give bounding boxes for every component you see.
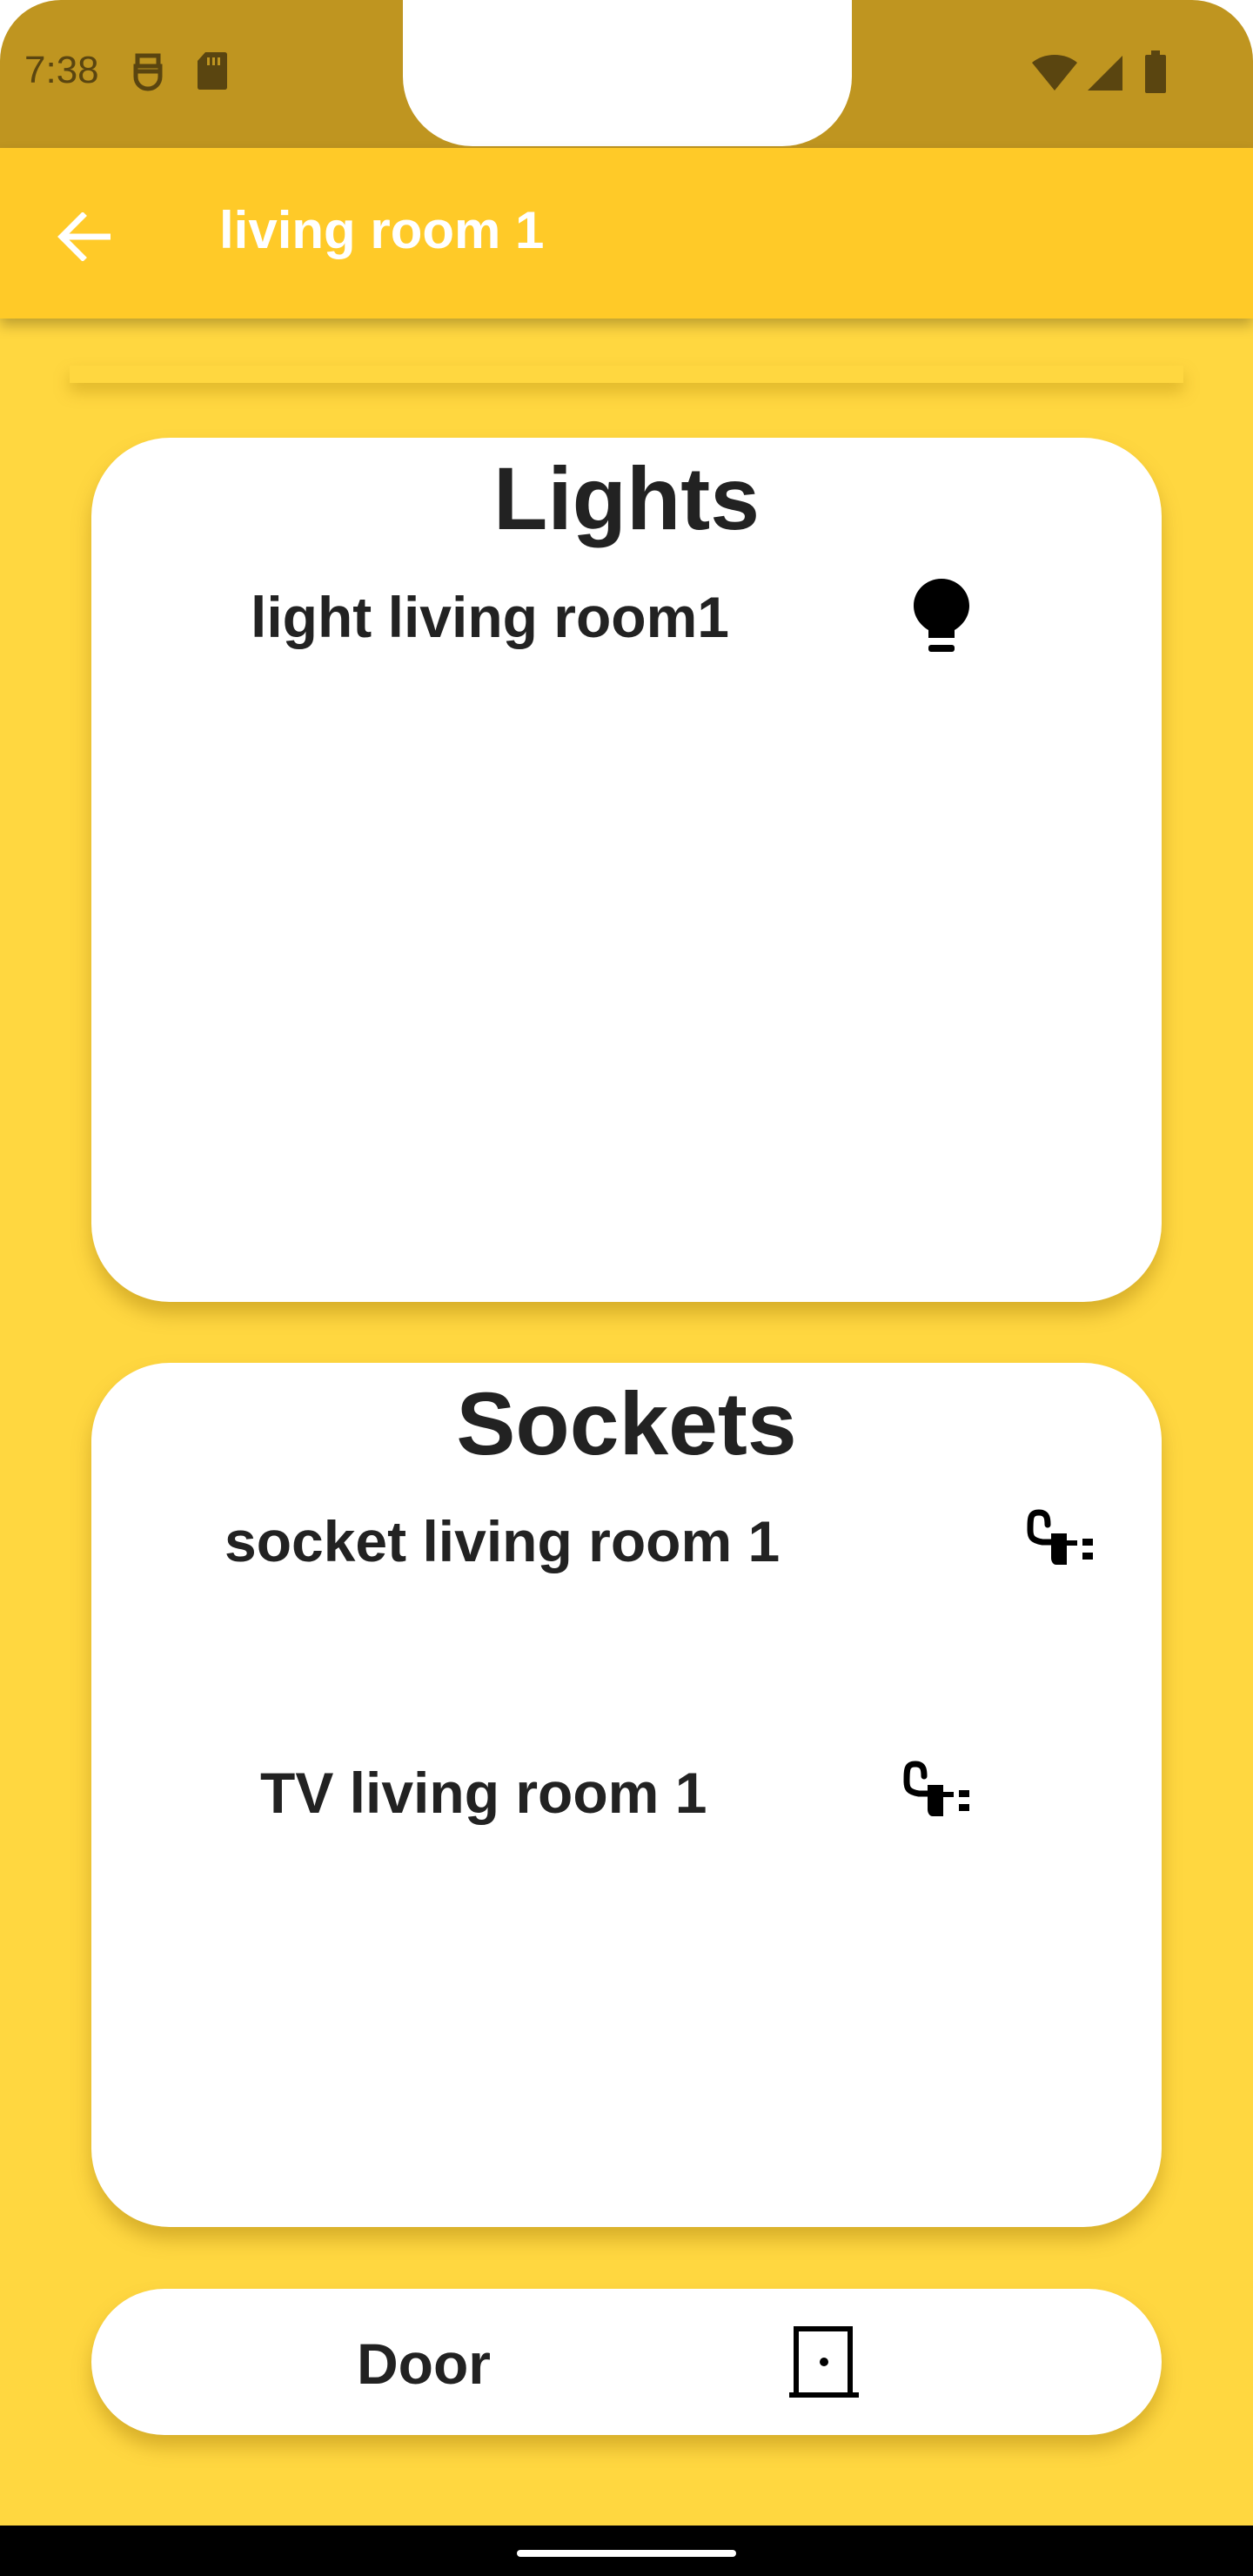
door-label[interactable]: Door: [357, 2331, 491, 2397]
app-bar: living room 1: [0, 148, 1253, 319]
lights-section-title: Lights: [493, 449, 760, 548]
light-item-label[interactable]: light living room1: [251, 584, 729, 650]
wifi-icon: [1032, 55, 1077, 91]
lights-card: Lights light living room1: [91, 438, 1162, 1302]
socket-item-label[interactable]: socket living room 1: [224, 1508, 780, 1574]
door-card[interactable]: Door: [91, 2289, 1162, 2435]
screen-corner: [1192, 0, 1253, 61]
door-icon[interactable]: [789, 2325, 859, 2400]
status-bar: 7:38: [0, 0, 1253, 148]
power-plug-icon[interactable]: [898, 1759, 975, 1821]
home-gesture-handle[interactable]: [517, 2550, 736, 2557]
sockets-card: Sockets socket living room 1 TV living r…: [91, 1363, 1162, 2227]
sockets-section-title: Sockets: [456, 1374, 797, 1473]
tv-socket-item-label[interactable]: TV living room 1: [260, 1760, 707, 1826]
alien-notification-icon: [133, 53, 163, 91]
back-button[interactable]: [40, 193, 127, 280]
battery-icon: [1145, 50, 1166, 93]
camera-notch: [403, 0, 852, 146]
list-top-edge: [70, 366, 1183, 383]
sd-card-icon: [198, 52, 227, 90]
cell-signal-icon: [1088, 56, 1122, 91]
lightbulb-icon[interactable]: [911, 577, 972, 657]
arrow-back-icon: [57, 212, 111, 261]
power-plug-icon[interactable]: [1022, 1507, 1098, 1570]
navigation-bar: [0, 2526, 1253, 2576]
page-title: living room 1: [219, 201, 545, 259]
status-time: 7:38: [24, 49, 99, 91]
